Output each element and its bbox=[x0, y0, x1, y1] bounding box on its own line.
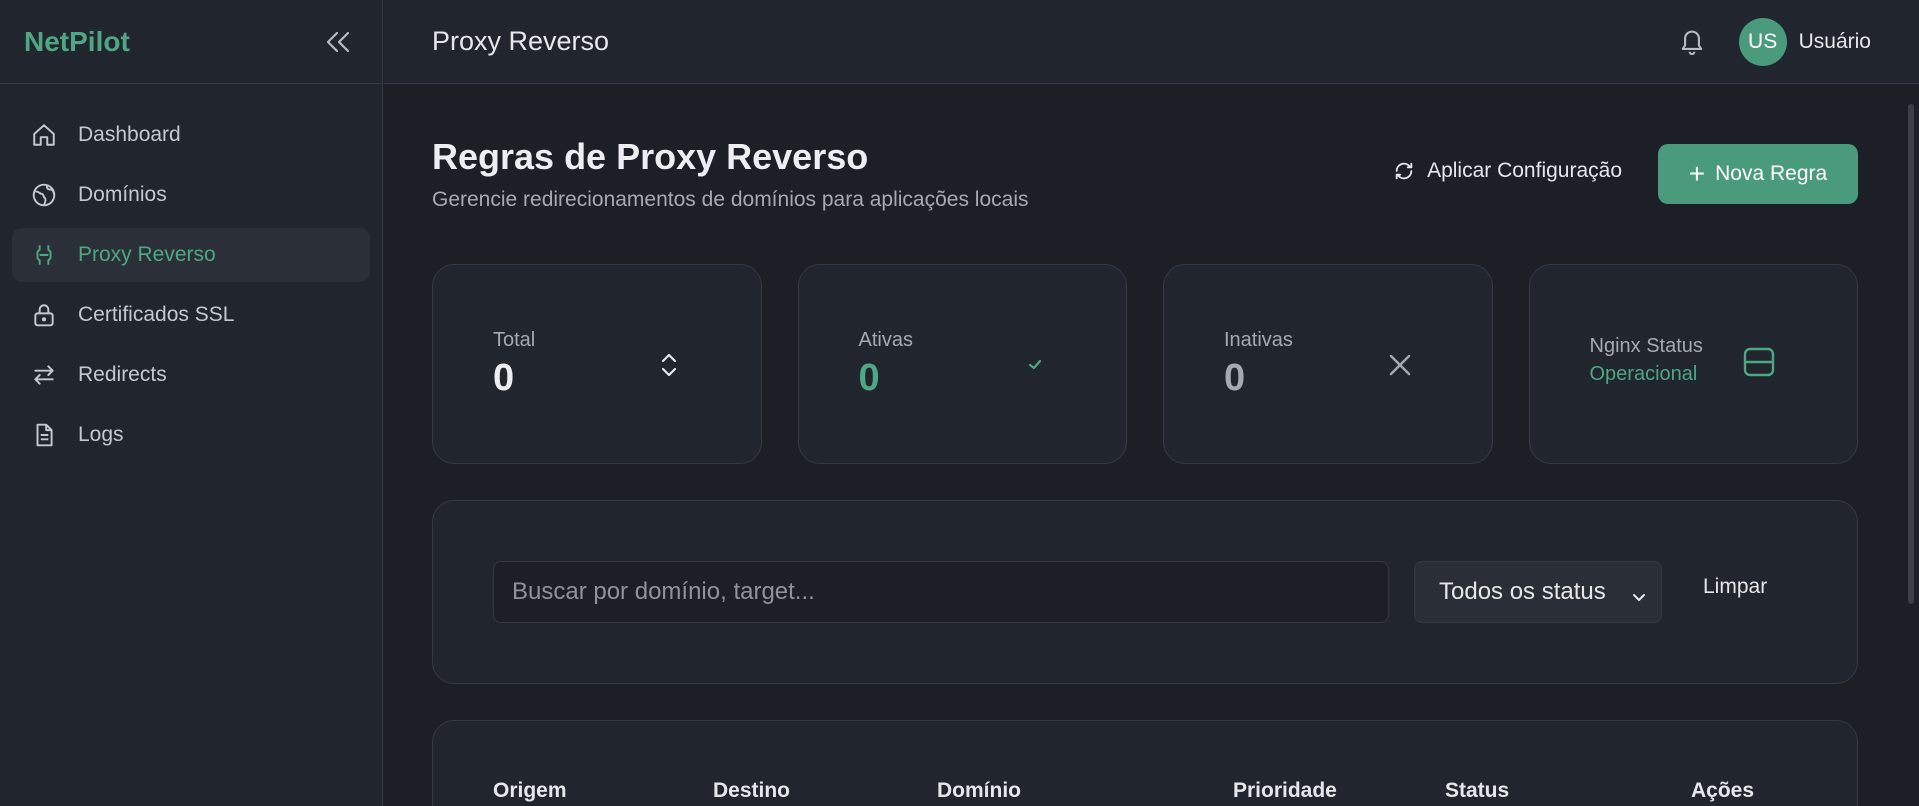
check-icon bbox=[1019, 349, 1051, 381]
sidebar-item-dashboard[interactable]: Dashboard bbox=[12, 108, 370, 162]
stat-card-nginx: Nginx Status Operacional bbox=[1528, 264, 1858, 464]
apply-config-label: Aplicar Configuração bbox=[1427, 159, 1622, 182]
sidebar-nav: Dashboard Domínios Proxy Reverso Certifi… bbox=[0, 84, 382, 492]
sidebar-item-redirects[interactable]: Redirects bbox=[12, 348, 370, 402]
app-logo[interactable]: NetPilot bbox=[24, 26, 130, 58]
refresh-icon bbox=[1393, 160, 1415, 182]
stat-label: Total bbox=[493, 329, 536, 351]
page-heading: Regras de Proxy Reverso Gerencie redirec… bbox=[432, 84, 1858, 264]
avatar[interactable]: US bbox=[1738, 18, 1787, 66]
chevron-down-icon bbox=[1631, 584, 1647, 601]
stats-row: Total 0 Ativas 0 Inativas 0 Nginx Status… bbox=[432, 264, 1858, 464]
sidebar: NetPilot Dashboard Domínios Proxy Revers… bbox=[0, 0, 383, 806]
new-rule-button[interactable]: + Nova Regra bbox=[1658, 144, 1858, 204]
sidebar-item-proxy-reverso[interactable]: Proxy Reverso bbox=[12, 228, 370, 282]
globe-icon bbox=[30, 181, 58, 209]
sidebar-item-certificados-ssl[interactable]: Certificados SSL bbox=[12, 288, 370, 342]
main-content: Regras de Proxy Reverso Gerencie redirec… bbox=[432, 84, 1858, 806]
stat-card-total: Total 0 bbox=[432, 264, 762, 464]
sidebar-item-label: Dashboard bbox=[78, 123, 181, 146]
status-select-value: Todos os status bbox=[1439, 578, 1606, 605]
stat-value: 0 bbox=[858, 357, 880, 399]
sidebar-item-label: Logs bbox=[78, 423, 124, 446]
stat-value: 0 bbox=[1224, 357, 1246, 399]
sidebar-header: NetPilot bbox=[0, 0, 382, 84]
stat-card-inactive: Inativas 0 bbox=[1163, 264, 1493, 464]
column-header-origem[interactable]: Origem bbox=[493, 779, 567, 803]
page-subtitle: Gerencie redirecionamentos de domínios p… bbox=[432, 188, 1029, 211]
bell-icon[interactable] bbox=[1675, 25, 1709, 59]
column-header-status[interactable]: Status bbox=[1445, 779, 1509, 803]
search-input[interactable] bbox=[493, 561, 1389, 623]
rules-table: Origem Destino Domínio Prioridade Status… bbox=[432, 720, 1858, 806]
home-icon bbox=[30, 121, 58, 149]
sort-icon bbox=[653, 349, 685, 381]
stat-value: 0 bbox=[493, 357, 515, 399]
stat-label: Nginx Status bbox=[1589, 335, 1703, 357]
column-header-dominio[interactable]: Domínio bbox=[937, 779, 1021, 803]
nginx-status-value: Operacional bbox=[1589, 363, 1698, 385]
column-header-prioridade[interactable]: Prioridade bbox=[1233, 779, 1337, 803]
sidebar-item-label: Certificados SSL bbox=[78, 303, 235, 326]
top-bar: Proxy Reverso US Usuário bbox=[384, 0, 1919, 84]
user-name[interactable]: Usuário bbox=[1799, 30, 1871, 54]
page-title: Regras de Proxy Reverso bbox=[432, 136, 869, 177]
plus-icon: + bbox=[1688, 158, 1706, 189]
stat-label: Ativas bbox=[858, 329, 913, 351]
scrollbar-thumb[interactable] bbox=[1908, 104, 1914, 604]
column-header-destino[interactable]: Destino bbox=[713, 779, 790, 803]
sidebar-item-label: Proxy Reverso bbox=[78, 243, 216, 266]
x-icon bbox=[1384, 349, 1416, 381]
stat-label: Inativas bbox=[1224, 329, 1293, 351]
proxy-icon bbox=[30, 241, 58, 269]
page-scrollbar[interactable] bbox=[1903, 84, 1919, 806]
apply-config-button[interactable]: Aplicar Configuração bbox=[1393, 144, 1622, 198]
file-icon bbox=[30, 421, 58, 449]
column-header-acoes[interactable]: Ações bbox=[1691, 779, 1754, 803]
sidebar-item-label: Domínios bbox=[78, 183, 167, 206]
filters-card: Todos os status Limpar bbox=[432, 500, 1858, 684]
collapse-sidebar-icon[interactable] bbox=[324, 28, 352, 56]
page-header-title: Proxy Reverso bbox=[432, 26, 610, 56]
stat-card-active: Ativas 0 bbox=[797, 264, 1127, 464]
sidebar-item-dominios[interactable]: Domínios bbox=[12, 168, 370, 222]
clear-filters-button[interactable]: Limpar bbox=[1703, 575, 1767, 599]
sidebar-item-logs[interactable]: Logs bbox=[12, 408, 370, 462]
arrows-swap-icon bbox=[30, 361, 58, 389]
status-select[interactable]: Todos os status bbox=[1414, 561, 1662, 623]
user-area: US Usuário bbox=[1675, 0, 1871, 84]
sidebar-item-label: Redirects bbox=[78, 363, 167, 386]
lock-icon bbox=[30, 301, 58, 329]
new-rule-label: Nova Regra bbox=[1715, 162, 1828, 185]
server-icon bbox=[1742, 345, 1778, 381]
